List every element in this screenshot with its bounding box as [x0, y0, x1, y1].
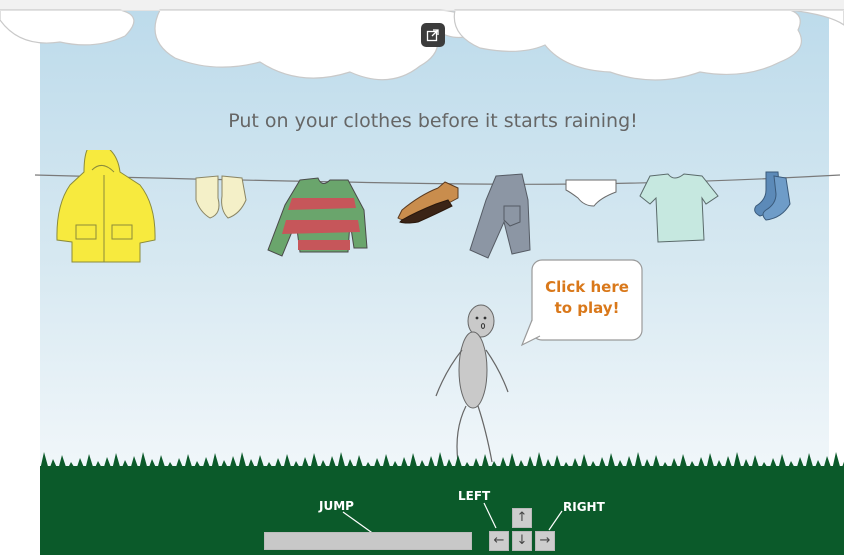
- raincoat-item[interactable]: [56, 150, 156, 263]
- instruction-text: Put on your clothes before it starts rai…: [228, 110, 638, 132]
- sweater-item[interactable]: [267, 177, 368, 257]
- left-arrow-key[interactable]: ←: [489, 531, 509, 551]
- right-label: RIGHT: [563, 500, 605, 514]
- play-line-1: Click here: [545, 278, 629, 296]
- jeans-item[interactable]: [469, 173, 531, 259]
- underpants-item[interactable]: [565, 179, 617, 207]
- left-label: LEFT: [458, 489, 491, 503]
- play-line-2: to play!: [554, 299, 620, 317]
- clothesline: [34, 150, 841, 263]
- external-link-icon[interactable]: [421, 23, 445, 47]
- shoes-item[interactable]: [397, 181, 459, 224]
- play-button[interactable]: Click here to play!: [531, 277, 643, 319]
- gloves-item[interactable]: [195, 175, 247, 219]
- clothesline-rope: [34, 174, 841, 185]
- jump-label: JUMP: [319, 499, 354, 513]
- jump-spacebar[interactable]: [264, 532, 472, 550]
- down-arrow-key[interactable]: ↓: [512, 531, 532, 551]
- up-arrow-key[interactable]: ↑: [512, 508, 532, 528]
- right-arrow-key[interactable]: →: [535, 531, 555, 551]
- tshirt-item[interactable]: [639, 173, 719, 243]
